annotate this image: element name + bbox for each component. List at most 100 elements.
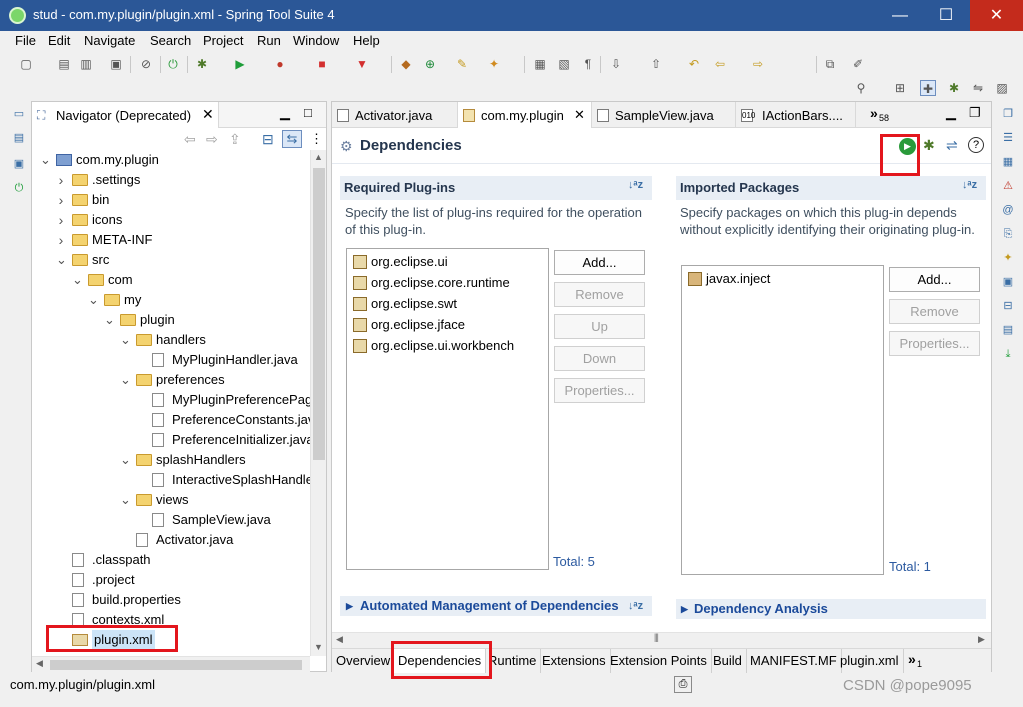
minimize-editor-icon[interactable]: ▁ [946,105,956,121]
tree-item[interactable]: .classpath [32,550,310,570]
imported-packages-list[interactable]: javax.inject [681,265,884,575]
tree-item[interactable]: › .settings [32,170,310,190]
navigator-horizontal-scrollbar[interactable]: ◀ [32,656,310,672]
link-with-editor-icon[interactable]: ⇆ [282,130,302,148]
page-tab-runtime[interactable]: Runtime [484,649,542,673]
outline-icon[interactable]: ▦ [1001,155,1015,169]
page-tab-overflow-icon[interactable]: » [908,651,916,667]
debug-perspective-icon[interactable]: ✱ [946,80,962,96]
tree-item[interactable]: › bin [32,190,310,210]
problems-icon[interactable]: ⚠ [1001,179,1015,193]
toggle-breadcrumb-icon[interactable]: ▦ [532,56,548,72]
tree-item[interactable]: ⌄ plugin [32,310,310,330]
collapse-arrow-icon[interactable]: ⌄ [120,330,131,350]
debug-icon[interactable]: ✱ [194,56,210,72]
debug-icon[interactable]: ✱ [923,137,935,154]
new-package-icon[interactable]: ◆ [398,56,414,72]
console-icon[interactable]: ▣ [1001,275,1015,289]
menu-search[interactable]: Search [150,33,191,48]
tree-item[interactable]: ⌄ my [32,290,310,310]
required-plugins-list[interactable]: org.eclipse.ui org.eclipse.core.runtime or… [346,248,549,570]
scroll-left-icon[interactable]: ◀ [336,634,343,645]
search-icon[interactable]: ⚲ [853,80,869,96]
git-perspective-icon[interactable]: ⇋ [970,80,986,96]
tree-item[interactable]: MyPluginPreferencePage [32,390,310,410]
restore-icon[interactable]: ❐ [1001,107,1015,121]
tree-item[interactable]: SampleView.java [32,510,310,530]
menu-window[interactable]: Window [293,33,339,48]
power-icon[interactable]: ⏻ [12,181,26,195]
open-type-icon[interactable]: ✎ [454,56,470,72]
remove-imported-button[interactable]: Remove [889,299,980,324]
tree-item[interactable]: ⌄ com.my.plugin [32,150,310,170]
help-icon[interactable]: ? [968,137,984,153]
javadoc-icon[interactable]: @ [1001,203,1015,217]
prev-annotation-icon[interactable]: ⇧ [648,56,664,72]
page-tab-build[interactable]: Build [709,649,747,673]
collapse-arrow-icon[interactable]: ⌄ [120,490,131,510]
mark-occurrences-icon[interactable]: ▧ [556,56,572,72]
task-list-icon[interactable]: ☰ [1001,131,1015,145]
tab-iactionbars[interactable]: 010 IActionBars.... [736,102,856,128]
pen-icon[interactable]: ✐ [850,56,866,72]
collapse-arrow-icon[interactable]: ⌄ [72,270,83,290]
minimize-button[interactable]: — [877,0,923,31]
tree-item[interactable]: Activator.java [32,530,310,550]
save-icon[interactable]: ▤ [56,56,72,72]
new-class-icon[interactable]: ⊕ [422,56,438,72]
tab-com-my-plugin[interactable]: com.my.plugin ✕ [458,102,592,128]
scroll-down-icon[interactable]: ▼ [314,642,323,652]
tree-item[interactable]: ⌄ handlers [32,330,310,350]
tree-item[interactable]: › META-INF [32,230,310,250]
save-all-icon[interactable]: ▥ [78,56,94,72]
properties-imported-button[interactable]: Properties... [889,331,980,356]
page-tab-overview[interactable]: Overview [332,649,396,673]
tree-item[interactable]: ⌄ preferences [32,370,310,390]
download-icon[interactable]: ⤓ [1001,347,1015,361]
up-nav-icon[interactable]: ⇪ [229,131,241,148]
tab-navigator[interactable]: ⛶ Navigator (Deprecated) ✕ [32,102,219,128]
page-tab-extension-points[interactable]: Extension Points [606,649,712,673]
tree-item[interactable]: PreferenceInitializer.java [32,430,310,450]
close-tab-icon[interactable]: ✕ [202,106,214,123]
collapse-arrow-icon[interactable]: ⌄ [120,370,131,390]
pin-editor-icon[interactable]: ⧉ [822,56,838,72]
restore-icon[interactable]: ▭ [12,107,26,121]
add-imported-button[interactable]: Add... [889,267,980,292]
expand-arrow-icon[interactable]: › [56,230,66,250]
collapse-arrow-icon[interactable]: ⌄ [120,450,131,470]
search-view-icon[interactable]: ⊟ [1001,299,1015,313]
back-icon[interactable]: ⇦ [712,56,728,72]
stop-icon[interactable]: ■ [314,56,330,72]
collapse-all-icon[interactable]: ⊟ [262,131,274,148]
expand-arrow-icon[interactable]: › [56,170,66,190]
wand-icon[interactable]: ✦ [486,56,502,72]
tab-sampleview-java[interactable]: SampleView.java [592,102,736,128]
sort-alpha-icon[interactable]: ↓ᵃz [628,596,643,616]
menu-edit[interactable]: Edit [48,33,70,48]
print-icon[interactable]: ▣ [108,56,124,72]
new-file-icon[interactable]: ▢ [18,56,34,72]
sort-alpha-icon[interactable]: ↓ᵃz [628,179,643,191]
menu-help[interactable]: Help [353,33,380,48]
close-button[interactable]: ✕ [970,0,1023,31]
tab-activator-java[interactable]: Activator.java [332,102,458,128]
run-icon[interactable]: ▶ [232,56,248,72]
forward-icon[interactable]: ⇨ [750,56,766,72]
outline-icon[interactable]: ▤ [12,131,26,145]
page-tab-extensions[interactable]: Extensions [538,649,611,673]
expand-arrow-icon[interactable]: › [56,190,66,210]
tree-item[interactable]: PreferenceConstants.java [32,410,310,430]
navigator-vertical-thumb[interactable] [313,168,325,460]
maximize-button[interactable]: ☐ [923,0,969,31]
skip-breakpoints-icon[interactable]: ⊘ [138,56,154,72]
tree-item[interactable]: build.properties [32,590,310,610]
tree-item[interactable]: ⌄ src [32,250,310,270]
sort-alpha-icon[interactable]: ↓ᵃz [962,179,977,191]
collapse-arrow-icon[interactable]: ⌄ [104,310,115,330]
maximize-view-icon[interactable]: □ [304,105,312,120]
dependency-analysis-section[interactable]: ▶ Dependency Analysis [676,599,986,619]
down-button[interactable]: Down [554,346,645,371]
last-edit-icon[interactable]: ↶ [686,56,702,72]
console-icon[interactable]: ▣ [12,157,26,171]
